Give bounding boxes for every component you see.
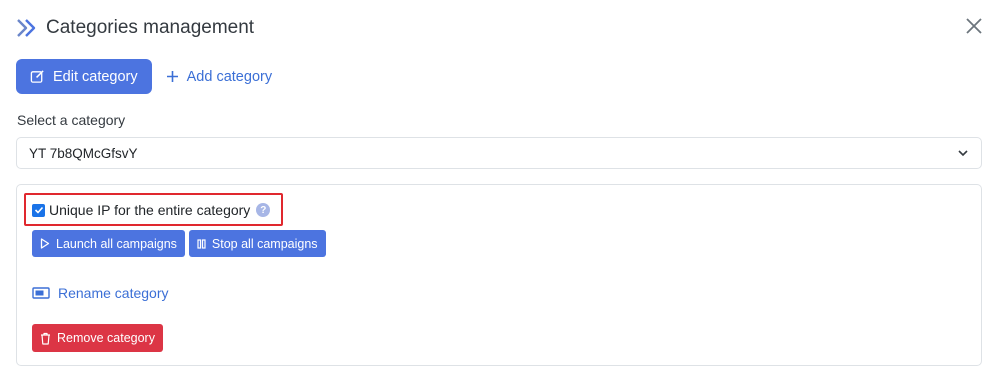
- tab-add-category[interactable]: Add category: [166, 59, 272, 94]
- rename-category-label: Rename category: [58, 285, 169, 301]
- tab-edit-category[interactable]: Edit category: [16, 59, 152, 94]
- plus-icon: [166, 71, 178, 82]
- category-select-value: YT 7b8QMcGfsvY: [29, 145, 138, 161]
- remove-category-label: Remove category: [57, 331, 155, 345]
- page-title: Categories management: [46, 17, 255, 38]
- double-chevron-right-icon: [16, 16, 40, 40]
- unique-ip-option: Unique IP for the entire category ?: [32, 202, 271, 218]
- launch-all-button[interactable]: Launch all campaigns: [32, 230, 185, 257]
- close-icon: [966, 18, 982, 34]
- unique-ip-checkbox[interactable]: [32, 203, 45, 217]
- tab-add-label: Add category: [186, 68, 273, 85]
- close-button[interactable]: [964, 16, 984, 36]
- rename-icon: [32, 287, 50, 299]
- remove-category-button[interactable]: Remove category: [32, 324, 163, 352]
- tab-edit-label: Edit category: [53, 68, 138, 85]
- stop-all-button[interactable]: Stop all campaigns: [188, 230, 326, 257]
- chevron-down-icon: [958, 150, 968, 157]
- help-icon[interactable]: ?: [256, 203, 271, 217]
- select-label: Select a category: [17, 112, 126, 128]
- rename-category-link[interactable]: Rename category: [32, 285, 169, 301]
- campaign-actions: Launch all campaigns Stop all campaigns: [32, 230, 326, 257]
- stop-all-label: Stop all campaigns: [211, 236, 318, 251]
- tab-bar: Edit category Add category: [16, 59, 272, 94]
- modal-header: Categories management: [16, 14, 254, 42]
- launch-all-label: Launch all campaigns: [56, 236, 177, 251]
- categories-modal: Categories management Edit category Add …: [0, 0, 1000, 385]
- trash-icon: [41, 332, 50, 345]
- unique-ip-label: Unique IP for the entire category: [49, 202, 251, 218]
- edit-icon: [30, 70, 44, 83]
- play-icon: [40, 238, 50, 249]
- category-select[interactable]: YT 7b8QMcGfsvY: [16, 137, 982, 169]
- check-icon: [34, 206, 43, 214]
- pause-icon: [197, 238, 206, 249]
